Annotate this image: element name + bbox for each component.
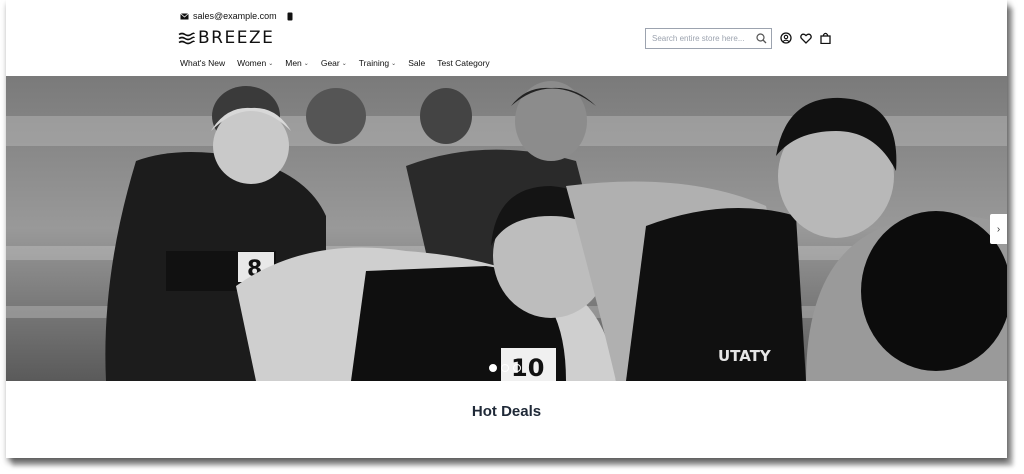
slider-dot-3[interactable] xyxy=(513,364,521,372)
slider-dot-1[interactable] xyxy=(489,364,497,372)
phone-icon[interactable] xyxy=(287,12,293,21)
slider-dot-2[interactable] xyxy=(501,364,509,372)
wishlist-heart-icon[interactable] xyxy=(800,33,812,44)
email-link[interactable]: sales@example.com xyxy=(180,11,277,21)
search-box[interactable] xyxy=(645,28,772,49)
chevron-right-icon: › xyxy=(996,223,1001,235)
nav-item-men[interactable]: Men ⌄ xyxy=(285,58,309,68)
main-nav: What's New Women ⌄ Men ⌄ Gear ⌄ Training ⌄ S… xyxy=(180,58,490,68)
hero-slider[interactable]: 8 10 UTATY xyxy=(6,76,1007,381)
slider-next-button[interactable]: › xyxy=(990,214,1007,244)
nav-item-sale[interactable]: Sale xyxy=(408,58,425,68)
account-icon[interactable] xyxy=(780,32,792,44)
chevron-down-icon: ⌄ xyxy=(303,60,309,67)
nav-item-women[interactable]: Women ⌄ xyxy=(237,58,273,68)
section-title: Hot Deals xyxy=(471,403,542,420)
page-frame: sales@example.com BREEZE What's New Wome… xyxy=(6,0,1007,458)
hero-image: 8 10 UTATY xyxy=(6,76,1007,381)
nav-item-training[interactable]: Training ⌄ xyxy=(359,58,396,68)
nav-item-gear[interactable]: Gear ⌄ xyxy=(321,58,347,68)
brand-logo[interactable]: BREEZE xyxy=(178,28,274,48)
chevron-down-icon: ⌄ xyxy=(341,60,347,67)
logo-waves-icon xyxy=(178,32,195,44)
email-text: sales@example.com xyxy=(193,11,277,21)
nav-item-whats-new[interactable]: What's New xyxy=(180,58,225,68)
slider-dots xyxy=(489,364,521,372)
top-bar: sales@example.com xyxy=(180,9,293,23)
chevron-down-icon: ⌄ xyxy=(391,60,397,67)
search-input[interactable] xyxy=(652,34,752,43)
search-icon[interactable] xyxy=(756,33,767,44)
cart-bag-icon[interactable] xyxy=(820,32,831,44)
runner-jersey-text: UTATY xyxy=(718,347,772,365)
logo-text: BREEZE xyxy=(198,28,275,48)
header-actions xyxy=(780,32,831,44)
mail-icon xyxy=(180,12,189,19)
chevron-down-icon: ⌄ xyxy=(268,60,274,67)
nav-item-test-category[interactable]: Test Category xyxy=(437,58,489,68)
